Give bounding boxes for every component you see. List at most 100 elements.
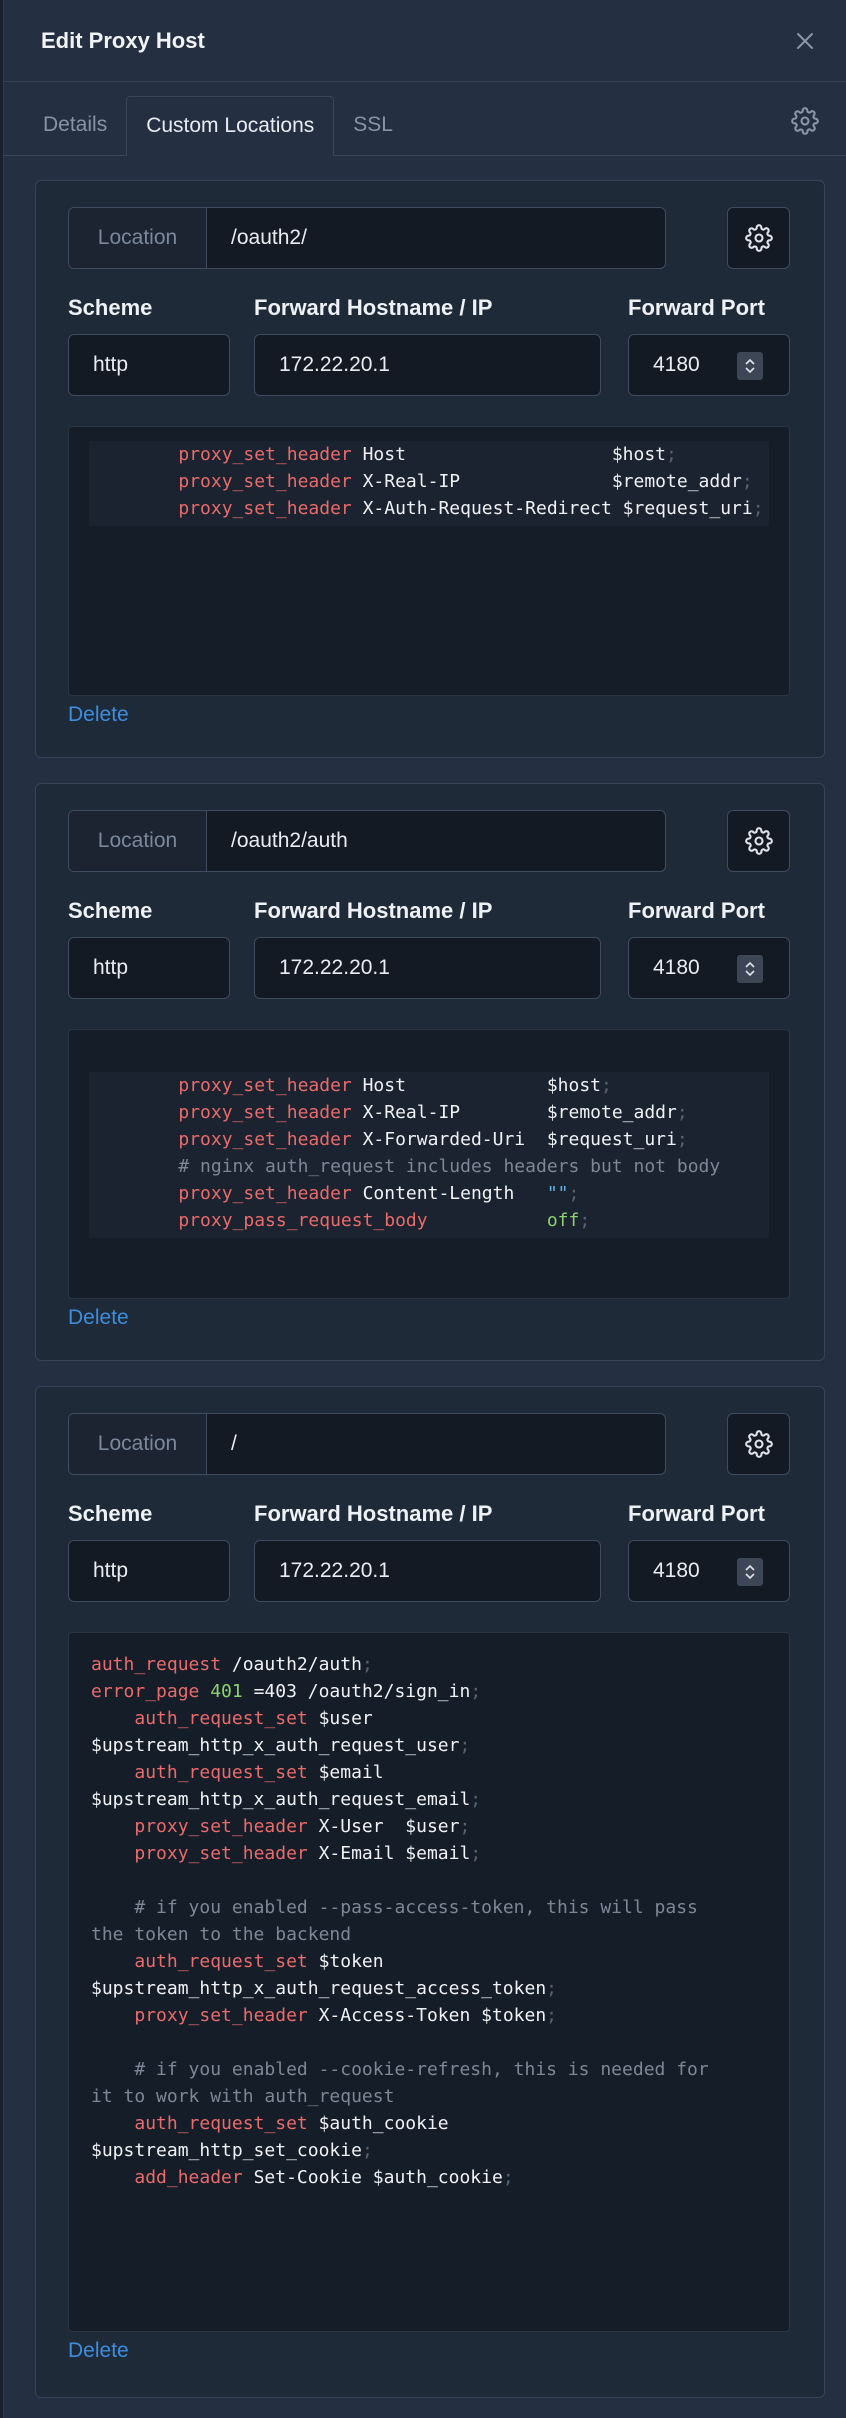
scheme-input[interactable]: http <box>68 937 230 999</box>
tab-details[interactable]: Details <box>28 95 122 155</box>
code-line: # nginx auth_request includes headers bu… <box>135 1153 769 1180</box>
forward-host-label: Forward Hostname / IP <box>254 898 493 923</box>
code-token: Content-Length <box>351 1183 547 1204</box>
forward-host-input[interactable]: 172.22.20.1 <box>254 1540 601 1602</box>
code-token: proxy_set_header <box>178 1129 352 1150</box>
code-token: ; <box>666 444 677 465</box>
code-token: 401 <box>210 1681 243 1702</box>
code-token: ; <box>361 1654 373 1675</box>
scheme-input[interactable]: http <box>68 1540 230 1602</box>
code-token: auth_request_set <box>134 1708 308 1729</box>
code-line: proxy_set_header X-Forwarded-Uri $reques… <box>135 1126 769 1153</box>
location-input[interactable]: /oauth2/ <box>207 208 665 268</box>
port-stepper[interactable] <box>737 1558 763 1586</box>
location-input[interactable]: / <box>207 1414 665 1474</box>
code-token: ; <box>470 1789 482 1810</box>
forward-port-label: Forward Port <box>628 898 765 923</box>
code-token: ; <box>741 471 753 492</box>
code-token: proxy_set_header <box>178 1075 352 1096</box>
code-token: ; <box>676 1102 688 1123</box>
advanced-config-editor[interactable]: auth_request /oauth2/auth; error_page 401… <box>68 1632 790 2332</box>
code-token: proxy_set_header <box>134 1816 308 1837</box>
scheme-label: Scheme <box>68 1501 153 1526</box>
location-label: Location <box>69 1414 207 1474</box>
location-settings-button[interactable] <box>727 1413 790 1475</box>
code-token: X-Auth-Request-Redirect $request_uri <box>351 498 753 519</box>
location-settings-button[interactable] <box>727 207 790 269</box>
scheme-label: Scheme <box>68 898 153 923</box>
code-token: error_page <box>91 1681 200 1702</box>
code-token: ; <box>459 1735 471 1756</box>
code-token: # if you enabled --pass-access-token, th… <box>134 1897 698 1918</box>
advanced-config-editor[interactable]: proxy_set_header Host $host; proxy_set_h… <box>68 426 790 696</box>
tab-bar: Details Custom Locations SSL <box>4 82 846 156</box>
forward-host-input[interactable]: 172.22.20.1 <box>254 937 601 999</box>
code-token: it to work with auth_request <box>91 2086 395 2107</box>
forward-port-input[interactable]: 4180 <box>628 334 790 396</box>
delete-location-link[interactable]: Delete <box>68 2339 129 2363</box>
code-token: ; <box>470 1843 482 1864</box>
code-token: ; <box>579 1210 591 1231</box>
code-line: the token to the backend <box>91 1921 769 1948</box>
code-line: error_page 401 =403 /oauth2/sign_in; <box>91 1678 769 1705</box>
code-token: X-Email $email <box>307 1843 471 1864</box>
code-token: ; <box>676 1129 688 1150</box>
close-icon[interactable] <box>788 24 822 58</box>
delete-location-link[interactable]: Delete <box>68 1306 129 1330</box>
advanced-config-editor[interactable]: proxy_set_header Host $host; proxy_set_h… <box>68 1029 790 1299</box>
gear-icon <box>744 827 773 855</box>
gear-icon[interactable] <box>788 104 822 138</box>
code-line: proxy_set_header X-Real-IP $remote_addr; <box>135 1099 769 1126</box>
code-token: the token to the backend <box>91 1924 352 1945</box>
code-token: ; <box>546 2005 558 2026</box>
forward-port-value: 4180 <box>653 353 700 376</box>
code-token: X-Forwarded-Uri $request_uri <box>351 1129 677 1150</box>
location-input[interactable]: /oauth2/auth <box>207 811 665 871</box>
code-token: Host $host <box>351 444 667 465</box>
scheme-input[interactable]: http <box>68 334 230 396</box>
code-text: auth_request /oauth2/auth; error_page 401… <box>69 1633 789 2205</box>
location-card: Location/oauth2/auth Scheme Forward Hostn… <box>35 783 825 1361</box>
forward-port-input[interactable]: 4180 <box>628 1540 790 1602</box>
code-line: $upstream_http_set_cookie; <box>91 2137 769 2164</box>
forward-port-input[interactable]: 4180 <box>628 937 790 999</box>
code-line: $upstream_http_x_auth_request_user; <box>91 1732 769 1759</box>
forward-port-label: Forward Port <box>628 295 765 320</box>
edit-proxy-host-modal: Edit Proxy Host Details Custom Locations… <box>3 0 846 2418</box>
code-token: Set-Cookie $auth_cookie <box>242 2167 503 2188</box>
code-highlight: proxy_set_header Host $host; proxy_set_h… <box>89 1072 769 1238</box>
code-token: auth_request_set <box>134 1762 308 1783</box>
code-token: ; <box>502 2167 514 2188</box>
code-line: $upstream_http_x_auth_request_access_tok… <box>91 1975 769 2002</box>
code-token: $upstream_http_x_auth_request_user <box>91 1735 460 1756</box>
code-token: $user <box>307 1708 373 1729</box>
code-token: proxy_set_header <box>178 1102 352 1123</box>
code-line: auth_request /oauth2/auth; <box>91 1651 769 1678</box>
location-settings-button[interactable] <box>727 810 790 872</box>
delete-location-link[interactable]: Delete <box>68 703 129 727</box>
code-token: proxy_set_header <box>134 1843 308 1864</box>
gear-icon <box>744 1430 773 1458</box>
code-text: proxy_set_header Host $host; proxy_set_h… <box>89 441 769 522</box>
code-text: proxy_set_header Host $host; proxy_set_h… <box>89 1072 769 1234</box>
tab-ssl[interactable]: SSL <box>338 95 408 155</box>
forward-host-input[interactable]: 172.22.20.1 <box>254 334 601 396</box>
port-stepper[interactable] <box>737 352 763 380</box>
forward-host-label: Forward Hostname / IP <box>254 1501 493 1526</box>
port-stepper[interactable] <box>737 955 763 983</box>
tab-custom-locations[interactable]: Custom Locations <box>126 96 335 156</box>
code-line: add_header Set-Cookie $auth_cookie; <box>91 2164 769 2191</box>
code-token: ; <box>459 1816 471 1837</box>
